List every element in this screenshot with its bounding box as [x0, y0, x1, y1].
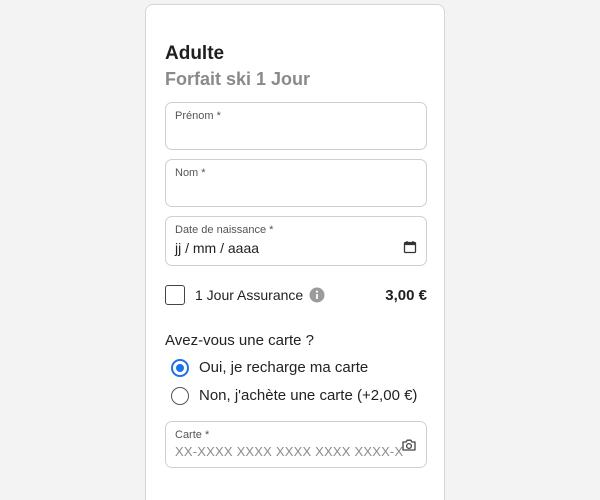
birth-date-label: Date de naissance *: [175, 224, 274, 236]
info-icon[interactable]: [309, 287, 325, 303]
last-name-field[interactable]: Nom *: [165, 159, 427, 207]
card-number-label: Carte *: [175, 429, 210, 441]
product-category: Adulte: [165, 43, 225, 64]
last-name-label: Nom *: [175, 167, 206, 179]
radio-buy-label[interactable]: Non, j'achète une carte (+2,00 €): [199, 387, 417, 404]
radio-buy[interactable]: [171, 387, 189, 405]
first-name-label: Prénom *: [175, 110, 221, 122]
radio-recharge[interactable]: [171, 359, 189, 377]
ticket-card: Adulte Forfait ski 1 Jour Prénom * Nom *…: [145, 4, 445, 500]
birth-date-field[interactable]: Date de naissance * jj / mm / aaaa: [165, 216, 427, 266]
insurance-checkbox[interactable]: [165, 285, 185, 305]
card-question: Avez-vous une carte ?: [165, 332, 314, 349]
calendar-icon[interactable]: [403, 240, 417, 254]
insurance-price: 3,00 €: [385, 287, 427, 304]
card-number-placeholder[interactable]: XX-XXXX XXXX XXXX XXXX XXXX-X: [175, 444, 403, 459]
first-name-field[interactable]: Prénom *: [165, 102, 427, 150]
radio-recharge-label[interactable]: Oui, je recharge ma carte: [199, 359, 368, 376]
card-number-field[interactable]: Carte * XX-XXXX XXXX XXXX XXXX XXXX-X: [165, 421, 427, 468]
insurance-label[interactable]: 1 Jour Assurance: [195, 287, 303, 303]
camera-icon[interactable]: [401, 437, 417, 453]
card-option-buy[interactable]: Non, j'achète une carte (+2,00 €): [171, 386, 431, 408]
page: Adulte Forfait ski 1 Jour Prénom * Nom *…: [0, 0, 600, 500]
birth-date-value: jj / mm / aaaa: [175, 240, 260, 256]
card-option-recharge[interactable]: Oui, je recharge ma carte: [171, 358, 431, 380]
product-name: Forfait ski 1 Jour: [165, 69, 311, 89]
insurance-row: 1 Jour Assurance 3,00 €: [165, 285, 427, 309]
